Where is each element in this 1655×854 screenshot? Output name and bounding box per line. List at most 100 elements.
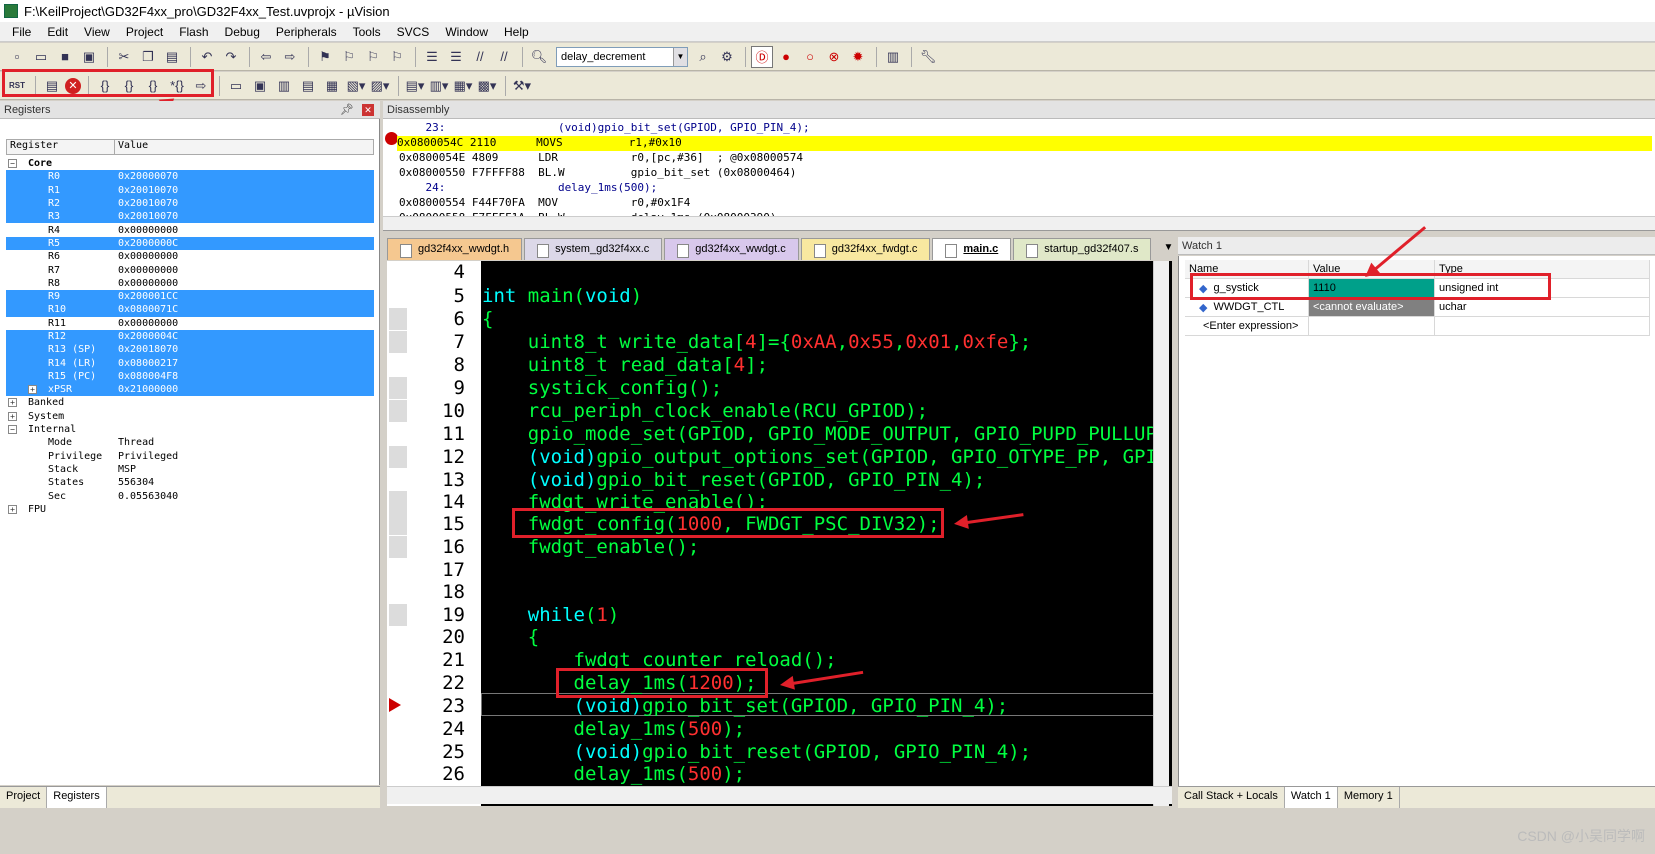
serial-window-icon[interactable]: ▤▾ xyxy=(404,75,426,97)
line-number[interactable]: 16 xyxy=(407,536,465,558)
menu-window[interactable]: Window xyxy=(437,25,496,39)
tab-main-c[interactable]: main.c xyxy=(932,238,1012,260)
line-number[interactable]: 4 xyxy=(407,261,465,283)
disassembly-hscrollbar[interactable] xyxy=(383,216,1655,230)
register-value[interactable]: 0x080004F8 xyxy=(118,371,178,382)
watch-row-wwdgt-ctl[interactable]: ◆ WWDGT_CTL <cannot evaluate> uchar xyxy=(1185,298,1650,317)
line-number[interactable]: 21 xyxy=(407,649,465,671)
tab-system-gd32f4xx-c[interactable]: system_gd32f4xx.c xyxy=(524,238,663,260)
register-value[interactable]: 0x200001CC xyxy=(118,291,178,302)
save-icon[interactable]: ■ xyxy=(54,46,76,68)
line-number[interactable]: 6 xyxy=(407,308,465,330)
watch-value-g-systick[interactable]: 1110 xyxy=(1309,279,1435,297)
enter-expression-field[interactable]: <Enter expression> xyxy=(1185,317,1309,335)
register-row[interactable]: R10 0x0800071C xyxy=(6,303,374,317)
collapse-icon[interactable]: − xyxy=(8,425,17,435)
expand-icon[interactable]: + xyxy=(8,411,17,421)
enable-breakpoint-icon[interactable]: ○ xyxy=(799,46,821,68)
bookmark-prev-icon[interactable]: ⚐ xyxy=(338,46,360,68)
find-icon[interactable]: ⌕ xyxy=(692,46,714,68)
line-number[interactable]: 12 xyxy=(407,446,465,468)
register-row[interactable]: R4 0x00000000 xyxy=(6,223,374,236)
disable-breakpoints-icon[interactable]: ⊗ xyxy=(823,46,845,68)
editor-vscrollbar[interactable] xyxy=(1153,261,1169,806)
redo-icon[interactable]: ↷ xyxy=(220,46,242,68)
tab-registers[interactable]: Registers xyxy=(47,787,107,808)
registers-window-icon[interactable]: ▤ xyxy=(297,75,319,97)
line-number[interactable]: 15 xyxy=(407,513,465,535)
line-number[interactable]: 19 xyxy=(407,604,465,626)
menu-help[interactable]: Help xyxy=(496,25,537,39)
register-row[interactable]: R0 0x20000070 xyxy=(6,170,374,184)
line-number[interactable]: 17 xyxy=(407,559,465,581)
watch-type-header[interactable]: Type xyxy=(1435,260,1650,278)
register-row[interactable]: R12 0x2000004C xyxy=(6,329,374,344)
watch-value-wwdgt-ctl[interactable]: <cannot evaluate> xyxy=(1309,298,1435,316)
open-file-icon[interactable]: ▭ xyxy=(30,46,52,68)
register-row[interactable]: R15 (PC) 0x080004F8 xyxy=(6,369,374,384)
collapse-icon[interactable]: − xyxy=(8,159,17,169)
register-row[interactable]: R5 0x2000000C xyxy=(6,236,374,251)
tree-group-system[interactable]: + System xyxy=(6,410,374,423)
line-number[interactable]: 24 xyxy=(407,718,465,740)
indent-icon[interactable]: ☰ xyxy=(421,46,443,68)
watch-window-icon[interactable]: ▧▾ xyxy=(345,75,367,97)
register-value[interactable]: 0x00000000 xyxy=(118,318,178,329)
save-all-icon[interactable]: ▣ xyxy=(78,46,100,68)
menu-flash[interactable]: Flash xyxy=(171,25,216,39)
menu-debug[interactable]: Debug xyxy=(217,25,268,39)
register-value[interactable]: 0x00000000 xyxy=(118,278,178,289)
debug-session-icon[interactable]: Ⓓ xyxy=(751,45,773,68)
menu-tools[interactable]: Tools xyxy=(345,25,389,39)
register-value[interactable]: 0x00000000 xyxy=(118,251,178,262)
show-next-statement-icon[interactable]: ⇨ xyxy=(190,75,212,97)
register-row[interactable]: R2 0x20010070 xyxy=(6,196,374,211)
register-value[interactable]: 0x2000000C xyxy=(118,238,178,249)
tab-gd32f4xx-wwdgt-h[interactable]: gd32f4xx_wwdgt.h xyxy=(387,238,523,260)
register-row[interactable]: + xPSR 0x21000000 xyxy=(6,383,374,397)
line-number[interactable]: 23 xyxy=(407,695,465,717)
find-in-files-icon[interactable]: 🔍︎ xyxy=(528,46,550,68)
disassembly-line[interactable]: 24: delay_1ms(500); xyxy=(399,181,1649,196)
insert-breakpoint-icon[interactable]: ● xyxy=(775,46,797,68)
uncomment-icon[interactable]: // xyxy=(493,46,515,68)
bookmark-next-icon[interactable]: ⚐ xyxy=(362,46,384,68)
watch-row-g-systick[interactable]: ◆ g_systick 1110 unsigned int xyxy=(1185,279,1650,298)
internal-row[interactable]: Privilege Privileged xyxy=(6,450,374,463)
expand-icon[interactable]: + xyxy=(8,504,17,514)
run-icon[interactable]: ▤ xyxy=(41,75,63,97)
register-row[interactable]: R7 0x00000000 xyxy=(6,263,374,276)
paste-icon[interactable]: ▤ xyxy=(161,46,183,68)
editor-hscrollbar[interactable] xyxy=(387,786,1172,804)
pin-icon[interactable]: 📌︎ xyxy=(340,103,354,116)
new-file-icon[interactable]: ▫ xyxy=(6,46,28,68)
register-value[interactable]: 0x20018070 xyxy=(118,344,178,355)
close-icon[interactable]: ✕ xyxy=(362,103,374,116)
line-number[interactable]: 7 xyxy=(407,331,465,353)
tab-watch-1[interactable]: Watch 1 xyxy=(1284,787,1338,808)
register-value[interactable]: 0x00000000 xyxy=(118,265,178,276)
disassembly-line[interactable]: 23: (void)gpio_bit_set(GPIOD, GPIO_PIN_4… xyxy=(399,121,1649,136)
menu-edit[interactable]: Edit xyxy=(39,25,76,39)
register-row[interactable]: R14 (LR) 0x08000217 xyxy=(6,356,374,370)
register-row[interactable]: R6 0x00000000 xyxy=(6,250,374,263)
line-number[interactable]: 8 xyxy=(407,354,465,376)
internal-row[interactable]: States 556304 xyxy=(6,476,374,489)
disassembly-window-icon[interactable]: ▣ xyxy=(249,75,271,97)
tree-group-core[interactable]: − Core xyxy=(6,157,374,170)
internal-row[interactable]: Sec 0.05563040 xyxy=(6,489,374,502)
line-number[interactable]: 14 xyxy=(407,491,465,513)
tab-list-icon[interactable]: ▼ xyxy=(1163,242,1173,260)
line-number[interactable]: 10 xyxy=(407,400,465,422)
cut-icon[interactable]: ✂ xyxy=(113,46,135,68)
step-over-icon[interactable]: {} xyxy=(118,75,140,97)
tab-call-stack-locals[interactable]: Call Stack + Locals xyxy=(1178,787,1285,808)
register-value[interactable]: 0x2000004C xyxy=(118,331,178,342)
register-column-header[interactable]: Register xyxy=(7,140,115,154)
disassembly-line[interactable]: 0x0800054C 2110 MOVS r1,#0x10 xyxy=(397,136,1652,151)
undo-icon[interactable]: ↶ xyxy=(196,46,218,68)
line-number[interactable]: 20 xyxy=(407,626,465,648)
line-number[interactable]: 26 xyxy=(407,763,465,785)
register-row[interactable]: R11 0x00000000 xyxy=(6,317,374,330)
command-window-icon[interactable]: ▭ xyxy=(225,75,247,97)
